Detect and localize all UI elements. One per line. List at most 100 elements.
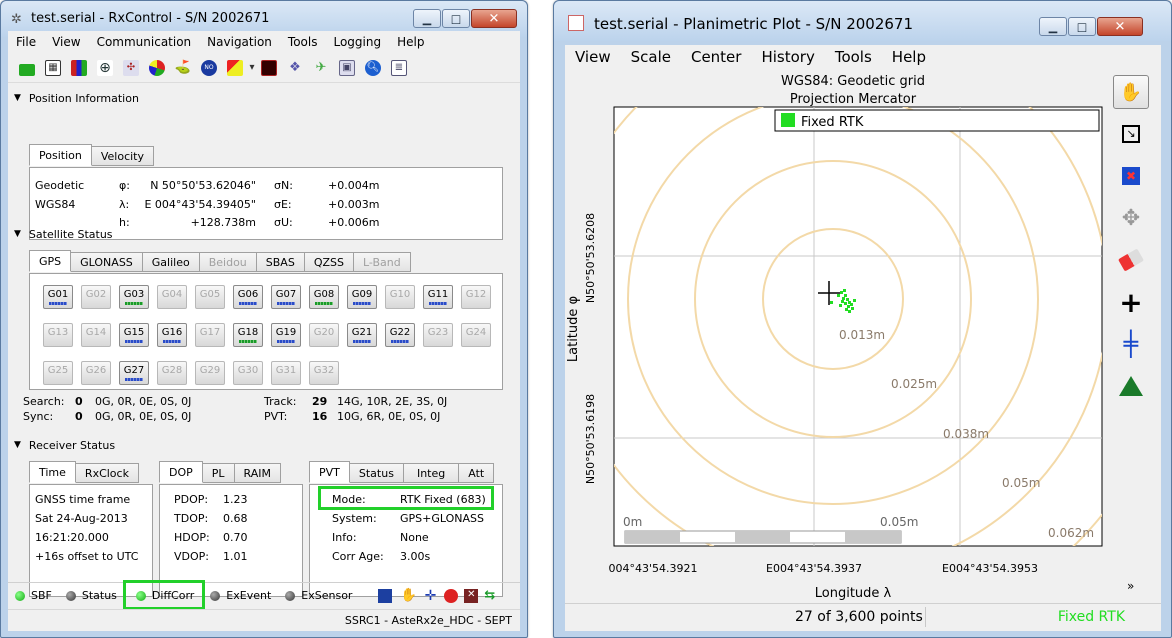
satellite-button[interactable]: G02 — [81, 285, 111, 309]
record-icon[interactable] — [444, 588, 459, 603]
menu-navigation[interactable]: Navigation — [207, 35, 272, 49]
tab-dop[interactable]: DOP — [159, 461, 203, 483]
zoom-box-tool[interactable]: ↘ — [1113, 117, 1149, 151]
satellite-button[interactable]: G09 — [347, 285, 377, 309]
satellite-button[interactable]: G15 — [119, 323, 149, 347]
exsensor-indicator[interactable]: ExSensor — [285, 589, 352, 602]
satellite-button[interactable]: G27 — [119, 361, 149, 385]
measure-tool[interactable]: ✥ — [1113, 201, 1149, 235]
satellite-button[interactable]: G18 — [233, 323, 263, 347]
tab-beidou[interactable]: Beidou — [198, 252, 257, 272]
exevent-indicator[interactable]: ExEvent — [210, 589, 271, 602]
save-icon[interactable] — [378, 588, 393, 603]
satellite-button[interactable]: G19 — [271, 323, 301, 347]
satellite-button[interactable]: G07 — [271, 285, 301, 309]
tab-galileo[interactable]: Galileo — [141, 252, 200, 272]
menu-communication[interactable]: Communication — [97, 35, 192, 49]
menu-help[interactable]: Help — [397, 35, 424, 49]
pie-chart-icon[interactable] — [149, 59, 165, 76]
tab-status[interactable]: Status — [348, 463, 404, 483]
antenna-icon[interactable]: ⛳ — [175, 60, 191, 76]
satellite-button[interactable]: G17 — [195, 323, 225, 347]
bar-chart-icon[interactable] — [71, 59, 87, 76]
swap-arrows-icon[interactable]: ⇆ — [484, 588, 495, 603]
menu-help[interactable]: Help — [892, 48, 926, 66]
maximize-button[interactable]: □ — [1068, 17, 1096, 36]
hand-icon[interactable]: ✋ — [400, 588, 416, 603]
maximize-button[interactable]: □ — [442, 9, 470, 28]
planimetric-plot[interactable]: WGS84: Geodetic grid Projection Mercator… — [565, 73, 1110, 605]
satellite-button[interactable]: G24 — [461, 323, 491, 347]
menu-view[interactable]: View — [52, 35, 80, 49]
target-icon[interactable]: ⊕ — [97, 59, 113, 76]
satellite-button[interactable]: G01 — [43, 285, 73, 309]
globe-icon[interactable]: NO — [201, 59, 217, 76]
satellite-button[interactable]: G11 — [423, 285, 453, 309]
satellite-button[interactable]: G26 — [81, 361, 111, 385]
satellite-button[interactable]: G23 — [423, 323, 453, 347]
satellite-button[interactable]: G20 — [309, 323, 339, 347]
menu-center[interactable]: Center — [691, 48, 742, 66]
position-section-header[interactable]: ▼ Position Information — [8, 89, 520, 107]
error-bar-tool[interactable]: ╪ — [1113, 327, 1149, 361]
close-button[interactable]: ✕ — [1097, 17, 1143, 36]
tab-pvt[interactable]: PVT — [309, 461, 350, 483]
satellite-button[interactable]: G05 — [195, 285, 225, 309]
satellite-button[interactable]: G04 — [157, 285, 187, 309]
triangle-tool[interactable] — [1113, 369, 1149, 403]
tab-att[interactable]: Att — [458, 463, 495, 483]
sbf-indicator[interactable]: SBF — [15, 589, 52, 602]
menu-history[interactable]: History — [761, 48, 814, 66]
satellite-button[interactable]: G25 — [43, 361, 73, 385]
satellite-button[interactable]: G29 — [195, 361, 225, 385]
minimize-button[interactable]: ▁ — [413, 9, 441, 28]
tab-velocity[interactable]: Velocity — [90, 146, 154, 166]
receiver-section-header[interactable]: ▼ Receiver Status — [8, 436, 115, 454]
satellite-button[interactable]: G14 — [81, 323, 111, 347]
search-icon[interactable]: 🔍︎ — [365, 59, 381, 76]
crosshair-tool[interactable]: + — [1113, 285, 1149, 319]
satellite-button[interactable]: G21 — [347, 323, 377, 347]
satellite-button[interactable]: G13 — [43, 323, 73, 347]
map-icon[interactable]: ✣ — [123, 59, 139, 76]
satellite-button[interactable]: G03 — [119, 285, 149, 309]
satellite-section-header[interactable]: ▼ Satellite Status — [8, 225, 113, 243]
menu-tools[interactable]: Tools — [835, 48, 872, 66]
dropdown-arrow-icon[interactable]: ▾ — [248, 60, 256, 76]
tab-gps[interactable]: GPS — [29, 250, 72, 272]
grid-icon[interactable]: ▦ — [45, 59, 61, 76]
eraser-tool[interactable] — [1113, 243, 1149, 277]
tab-qzss[interactable]: QZSS — [303, 252, 354, 272]
zoom-extents-tool[interactable]: ✖ — [1113, 159, 1149, 193]
satellite-button[interactable]: G16 — [157, 323, 187, 347]
close-button[interactable]: ✕ — [471, 9, 517, 28]
satellite-button[interactable]: G28 — [157, 361, 187, 385]
satellite-button[interactable]: G32 — [309, 361, 339, 385]
tab-lband[interactable]: L-Band — [353, 252, 411, 272]
signal-bars-icon[interactable] — [19, 63, 35, 76]
crosshair-icon[interactable]: ✛ — [425, 588, 437, 604]
form-icon[interactable]: ≣ — [391, 59, 407, 76]
pan-tool[interactable]: ✋ — [1113, 75, 1149, 109]
menu-scale[interactable]: Scale — [631, 48, 671, 66]
tab-sbas[interactable]: SBAS — [255, 252, 305, 272]
tab-rxclock[interactable]: RxClock — [74, 463, 139, 483]
minimize-button[interactable]: ▁ — [1039, 17, 1067, 36]
layers-icon[interactable] — [227, 59, 243, 76]
satellite-button[interactable]: G10 — [385, 285, 415, 309]
satellite-button[interactable]: G31 — [271, 361, 301, 385]
satellite-button[interactable]: G12 — [461, 285, 491, 309]
menu-file[interactable]: File — [16, 35, 36, 49]
status-indicator[interactable]: Status — [65, 589, 117, 602]
tab-glonass[interactable]: GLONASS — [70, 252, 143, 272]
image-icon[interactable]: ▣ — [339, 59, 355, 76]
stop-icon[interactable]: ✕ — [464, 588, 479, 603]
satellite-icon[interactable]: ✈ — [313, 60, 329, 76]
satellite-button[interactable]: G08 — [309, 285, 339, 309]
satellite-button[interactable]: G30 — [233, 361, 263, 385]
menu-logging[interactable]: Logging — [333, 35, 381, 49]
tab-integ[interactable]: Integ — [402, 463, 460, 483]
menu-tools[interactable]: Tools — [288, 35, 318, 49]
menu-view[interactable]: View — [575, 48, 611, 66]
satellite-button[interactable]: G06 — [233, 285, 263, 309]
